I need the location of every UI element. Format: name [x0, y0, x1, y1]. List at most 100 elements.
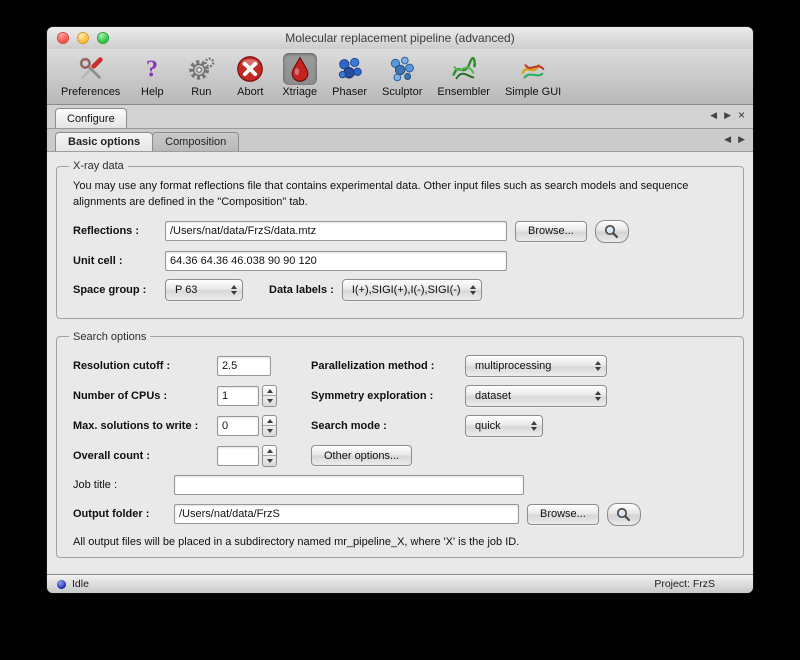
popup-arrows-icon: [468, 285, 476, 295]
cpus-label: Number of CPUs :: [73, 390, 209, 402]
max-solutions-input[interactable]: [217, 416, 259, 436]
data-labels-label: Data labels :: [269, 284, 334, 296]
app-window: Molecular replacement pipeline (advanced…: [47, 27, 753, 593]
search-mode-value: quick: [475, 420, 501, 432]
phaser-icon: [333, 53, 367, 85]
reflections-browse-button[interactable]: Browse...: [515, 221, 587, 242]
stepper-down-icon[interactable]: [263, 456, 276, 466]
toolbar-button-preferences[interactable]: Preferences: [57, 52, 124, 99]
overall-count-row: Overall count : Other options...: [73, 445, 733, 467]
preferences-icon: [74, 53, 108, 85]
project-label: Project: FrzS: [654, 578, 715, 590]
stepper-up-icon[interactable]: [263, 446, 276, 457]
popup-arrows-icon: [229, 285, 237, 295]
status-text: Idle: [72, 578, 89, 590]
output-note: All output files will be placed in a sub…: [73, 536, 733, 548]
cpus-row: Number of CPUs : Symmetry exploration : …: [73, 385, 733, 407]
tab-composition[interactable]: Composition: [152, 132, 239, 151]
job-title-input[interactable]: [174, 475, 524, 495]
cpus-stepper[interactable]: [262, 385, 277, 407]
search-mode-label: Search mode :: [311, 420, 457, 432]
resolution-label: Resolution cutoff :: [73, 360, 209, 372]
toolbar-button-simple-gui[interactable]: Simple GUI: [501, 52, 565, 99]
traffic-lights: [57, 32, 109, 44]
search-mode-popup[interactable]: quick: [465, 415, 543, 437]
tab-close-icon[interactable]: ×: [738, 110, 745, 121]
toolbar-button-phaser[interactable]: Phaser: [328, 52, 371, 99]
tab-prev-icon[interactable]: ◀: [710, 110, 717, 121]
tab-composition-label: Composition: [165, 136, 226, 148]
max-solutions-label: Max. solutions to write :: [73, 420, 209, 432]
svg-text:?: ?: [146, 56, 158, 83]
reflections-search-button[interactable]: [595, 220, 629, 243]
toolbar-label: Help: [141, 86, 164, 98]
reflections-input[interactable]: [165, 221, 507, 241]
toolbar-label: Sculptor: [382, 86, 422, 98]
xray-data-group: X-ray data You may use any format reflec…: [56, 160, 744, 319]
tab-basic-options[interactable]: Basic options: [55, 132, 153, 151]
symmetry-popup[interactable]: dataset: [465, 385, 607, 407]
stepper-up-icon[interactable]: [263, 386, 276, 397]
toolbar-button-abort[interactable]: Abort: [229, 52, 271, 99]
tab-prev-icon[interactable]: ◀: [724, 134, 731, 145]
simple-gui-icon: [516, 53, 550, 85]
toolbar-button-help[interactable]: ? Help: [131, 52, 173, 99]
popup-arrows-icon: [593, 391, 601, 401]
job-title-row: Job title :: [73, 475, 733, 495]
status-indicator-icon: [57, 580, 66, 589]
output-folder-search-button[interactable]: [607, 503, 641, 526]
output-folder-row: Output folder : Browse...: [73, 503, 733, 526]
symmetry-label: Symmetry exploration :: [311, 390, 457, 402]
space-group-popup[interactable]: P 63: [165, 279, 243, 301]
tab-configure[interactable]: Configure: [55, 108, 127, 128]
zoom-window-button[interactable]: [97, 32, 109, 44]
resolution-row: Resolution cutoff : Parallelization meth…: [73, 355, 733, 377]
tab-next-icon[interactable]: ▶: [738, 134, 745, 145]
symmetry-value: dataset: [475, 390, 511, 402]
max-solutions-stepper[interactable]: [262, 415, 277, 437]
close-window-button[interactable]: [57, 32, 69, 44]
reflections-row: Reflections : Browse...: [73, 220, 733, 243]
magnifier-icon: [616, 507, 631, 522]
xtriage-icon: [283, 53, 317, 85]
unit-cell-label: Unit cell :: [73, 255, 157, 267]
toolbar-button-ensembler[interactable]: Ensembler: [433, 52, 494, 99]
toolbar-button-run[interactable]: Run: [180, 52, 222, 99]
output-folder-browse-button[interactable]: Browse...: [527, 504, 599, 525]
window-title: Molecular replacement pipeline (advanced…: [285, 31, 514, 45]
data-labels-value: I(+),SIGI(+),I(-),SIGI(-): [352, 284, 461, 296]
tab-configure-label: Configure: [67, 113, 115, 125]
parallelization-popup[interactable]: multiprocessing: [465, 355, 607, 377]
search-group-title: Search options: [69, 331, 150, 343]
tab-basic-options-label: Basic options: [68, 136, 140, 148]
toolbar-button-sculptor[interactable]: Sculptor: [378, 52, 426, 99]
other-options-button[interactable]: Other options...: [311, 445, 412, 466]
help-icon: ?: [135, 53, 169, 85]
sculptor-icon: [385, 53, 419, 85]
cpus-input[interactable]: [217, 386, 259, 406]
run-icon: [184, 53, 218, 85]
unit-cell-input[interactable]: [165, 251, 507, 271]
title-bar[interactable]: Molecular replacement pipeline (advanced…: [47, 27, 753, 49]
xray-group-title: X-ray data: [69, 160, 128, 172]
overall-count-stepper[interactable]: [262, 445, 277, 467]
status-bar: Idle Project: FrzS: [47, 574, 753, 593]
toolbar-button-xtriage[interactable]: Xtriage: [278, 52, 321, 99]
overall-count-input[interactable]: [217, 446, 259, 466]
desktop: { "window": { "title": "Molecular replac…: [0, 0, 800, 660]
toolbar-label: Xtriage: [282, 86, 317, 98]
configure-tabstrip: Configure ◀ ▶ ×: [47, 105, 753, 129]
parallelization-value: multiprocessing: [475, 360, 551, 372]
ensembler-icon: [447, 53, 481, 85]
toolbar-label: Preferences: [61, 86, 120, 98]
data-labels-popup[interactable]: I(+),SIGI(+),I(-),SIGI(-): [342, 279, 482, 301]
tab-next-icon[interactable]: ▶: [724, 110, 731, 121]
stepper-up-icon[interactable]: [263, 416, 276, 427]
stepper-down-icon[interactable]: [263, 426, 276, 436]
output-folder-input[interactable]: [174, 504, 519, 524]
resolution-input[interactable]: [217, 356, 271, 376]
unit-cell-row: Unit cell :: [73, 251, 733, 271]
page-content: X-ray data You may use any format reflec…: [47, 152, 753, 581]
stepper-down-icon[interactable]: [263, 396, 276, 406]
minimize-window-button[interactable]: [77, 32, 89, 44]
